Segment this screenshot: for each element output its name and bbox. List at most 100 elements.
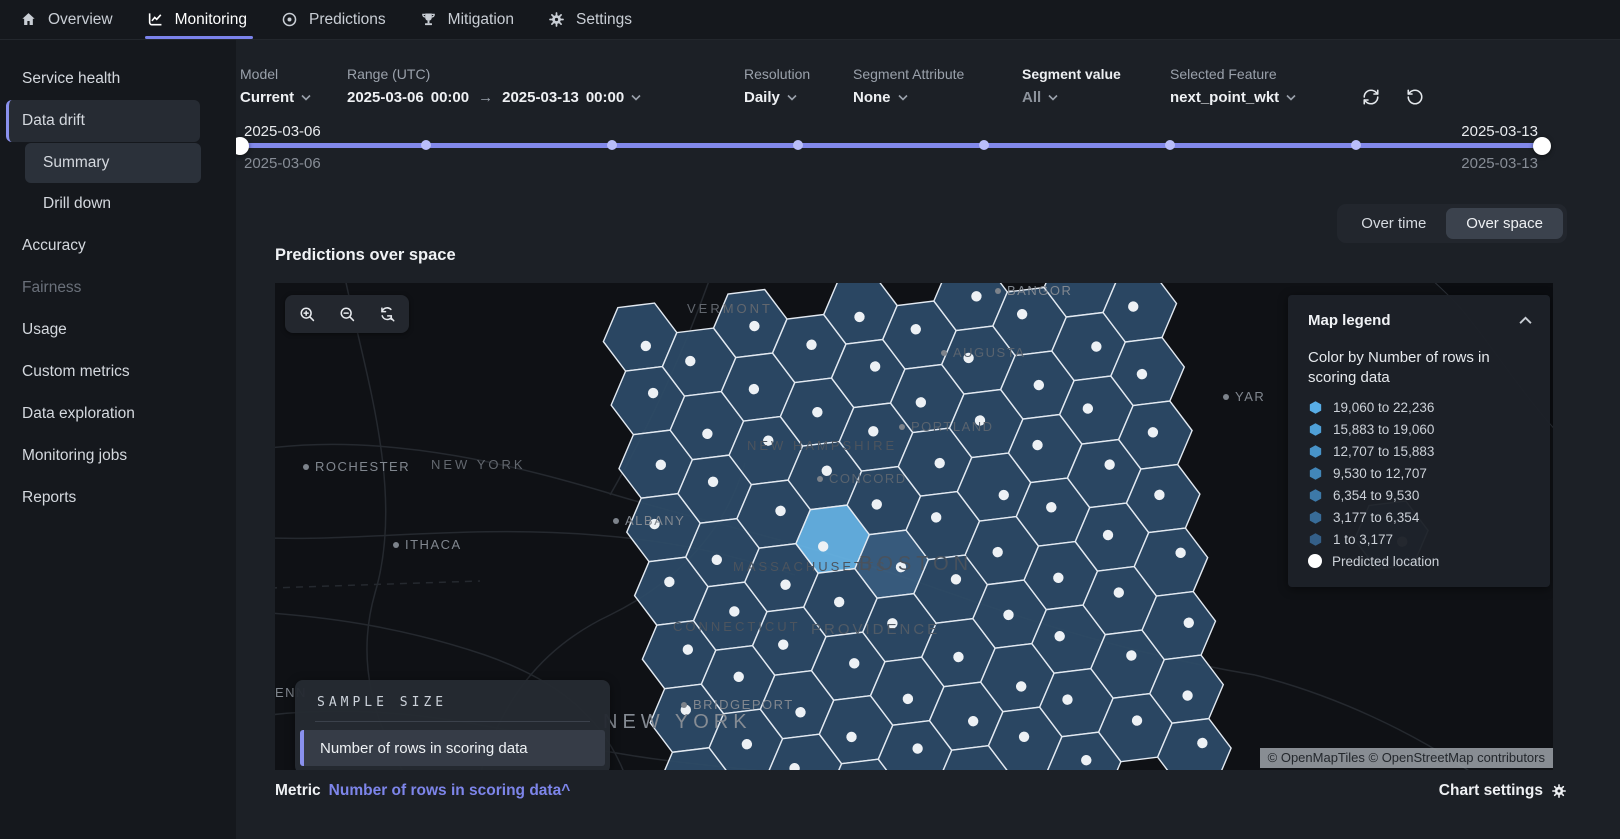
gear-icon — [1551, 783, 1567, 799]
sidebar-item-data-exploration[interactable]: Data exploration — [6, 393, 200, 435]
sidebar-item-custom-metrics[interactable]: Custom metrics — [6, 351, 200, 393]
chevron-down-icon — [787, 94, 797, 101]
range-dropdown[interactable]: 2025-03-06 00:00 → 2025-03-13 00:00 — [347, 89, 744, 106]
legend-hex-swatch-icon — [1308, 488, 1323, 503]
selected-feature-dropdown[interactable]: next_point_wkt — [1170, 89, 1362, 106]
resolution-control: Resolution Daily — [744, 66, 853, 106]
legend-range-label: 9,530 to 12,707 — [1333, 466, 1427, 481]
sidebar-item-usage[interactable]: Usage — [6, 309, 200, 351]
model-dropdown[interactable]: Current — [240, 89, 347, 106]
sidebar-item-service-health[interactable]: Service health — [6, 58, 200, 100]
sidebar-item-label: Data exploration — [22, 405, 135, 423]
slider-end-date: 2025-03-13 — [1461, 123, 1538, 140]
slider-tick — [421, 140, 431, 150]
map-canvas[interactable]: VERMONTBANGORAUGUSTAPORTLANDNEW HAMPSHIR… — [275, 283, 1553, 770]
legend-hex-swatch-icon — [1308, 422, 1323, 437]
reset-button[interactable] — [1406, 88, 1424, 106]
legend-range-label: 15,883 to 19,060 — [1333, 422, 1434, 437]
model-value: Current — [240, 89, 294, 106]
zoom-in-button[interactable] — [291, 299, 323, 329]
slider-tick — [979, 140, 989, 150]
legend-hex-swatch-icon — [1308, 400, 1323, 415]
metric-selector-group: Metric Number of rows in scoring data^ — [275, 782, 570, 800]
legend-item: 1 to 3,177 — [1308, 532, 1532, 547]
sample-size-panel: SAMPLE SIZE Number of rows in scoring da… — [295, 680, 610, 770]
sidebar-item-label: Monitoring jobs — [22, 447, 127, 465]
segment-attribute-label: Segment Attribute — [853, 66, 1022, 82]
legend-range-label: Predicted location — [1332, 554, 1439, 569]
sidebar-item-label: Custom metrics — [22, 363, 130, 381]
chart-settings-label: Chart settings — [1439, 782, 1543, 800]
selected-feature-label: Selected Feature — [1170, 66, 1362, 82]
segment-attribute-dropdown[interactable]: None — [853, 89, 1022, 106]
nav-item-settings[interactable]: Settings — [548, 0, 632, 39]
legend-color-by-text: Color by Number of rows in scoring data — [1308, 348, 1532, 389]
app-window: Overview Monitoring Predictions Mitigati… — [0, 0, 1620, 839]
refresh-actions — [1362, 88, 1424, 106]
range-control: Range (UTC) 2025-03-06 00:00 → 2025-03-1… — [347, 66, 744, 106]
refresh-button[interactable] — [1362, 88, 1380, 106]
sidebar-item-drill-down[interactable]: Drill down — [25, 184, 201, 224]
trophy-icon — [420, 11, 437, 28]
map-attribution: © OpenMapTiles © OpenStreetMap contribut… — [1260, 748, 1553, 768]
metric-value: Number of rows in scoring data — [329, 782, 562, 799]
refresh-icon — [1362, 88, 1380, 106]
chart-settings-button[interactable]: Chart settings — [1439, 782, 1567, 800]
target-icon — [281, 11, 298, 28]
tab-over-time[interactable]: Over time — [1341, 208, 1446, 239]
resolution-dropdown[interactable]: Daily — [744, 89, 853, 106]
nav-item-predictions[interactable]: Predictions — [281, 0, 386, 39]
slider-tick — [607, 140, 617, 150]
legend-item: 3,177 to 6,354 — [1308, 510, 1532, 525]
sample-size-option-selected[interactable]: Number of rows in scoring data — [300, 730, 605, 766]
slider-handle-end[interactable] — [1533, 137, 1551, 155]
range-start-date: 2025-03-06 — [347, 89, 424, 106]
segment-value-dropdown[interactable]: All — [1022, 89, 1170, 106]
sidebar-item-data-drift[interactable]: Data drift — [6, 100, 200, 142]
metric-label: Metric — [275, 782, 321, 799]
slider-tick — [793, 140, 803, 150]
line-chart-icon — [147, 11, 164, 28]
sidebar-item-label: Service health — [22, 70, 120, 88]
legend-range-label: 19,060 to 22,236 — [1333, 400, 1434, 415]
tab-over-space[interactable]: Over space — [1446, 208, 1563, 239]
slider-end-date-secondary: 2025-03-13 — [1461, 155, 1538, 172]
sidebar-item-accuracy[interactable]: Accuracy — [6, 225, 200, 267]
slider-start-date-secondary: 2025-03-06 — [244, 155, 321, 172]
legend-item: 6,354 to 9,530 — [1308, 488, 1532, 503]
zoom-reset-button[interactable] — [371, 299, 403, 329]
sidebar-item-summary[interactable]: Summary — [25, 143, 201, 183]
sidebar-item-label: Usage — [22, 321, 67, 339]
zoom-reset-icon — [379, 306, 396, 323]
nav-item-mitigation[interactable]: Mitigation — [420, 0, 514, 39]
chart-footer: Metric Number of rows in scoring data^ Ch… — [275, 782, 1567, 800]
slider-track[interactable] — [240, 143, 1542, 148]
sample-size-title: SAMPLE SIZE — [295, 695, 610, 721]
sidebar-item-label: Accuracy — [22, 237, 86, 255]
zoom-out-icon — [339, 306, 356, 323]
zoom-in-icon — [299, 306, 316, 323]
legend-range-label: 6,354 to 9,530 — [1333, 488, 1419, 503]
nav-item-overview[interactable]: Overview — [20, 0, 113, 39]
legend-range-label: 3,177 to 6,354 — [1333, 510, 1419, 525]
legend-item-predicted-location: Predicted location — [1308, 554, 1532, 569]
nav-item-monitoring[interactable]: Monitoring — [147, 0, 247, 39]
zoom-out-button[interactable] — [331, 299, 363, 329]
collapse-legend-button[interactable] — [1519, 312, 1532, 329]
sidebar-item-fairness[interactable]: Fairness — [6, 267, 200, 309]
chevron-down-icon — [301, 94, 311, 101]
filter-controls: Model Current Range (UTC) 2025-03-06 00:… — [240, 66, 1424, 106]
divider — [315, 721, 590, 722]
sidebar: Service health Data drift Summary Drill … — [0, 40, 236, 839]
selected-feature-value: next_point_wkt — [1170, 89, 1279, 106]
selected-feature-control: Selected Feature next_point_wkt — [1170, 66, 1362, 106]
top-navigation: Overview Monitoring Predictions Mitigati… — [0, 0, 1620, 40]
legend-rows: 19,060 to 22,23615,883 to 19,06012,707 t… — [1308, 400, 1532, 547]
metric-dropdown[interactable]: Number of rows in scoring data^ — [329, 782, 571, 799]
sidebar-item-monitoring-jobs[interactable]: Monitoring jobs — [6, 435, 200, 477]
time-range-slider: 2025-03-06 2025-03-06 2025-03-13 2025-03… — [240, 122, 1542, 178]
sidebar-item-reports[interactable]: Reports — [6, 477, 200, 519]
view-toggle: Over time Over space — [1337, 204, 1567, 243]
map-legend-panel: Map legend Color by Number of rows in sc… — [1288, 295, 1550, 587]
range-label: Range (UTC) — [347, 66, 744, 82]
